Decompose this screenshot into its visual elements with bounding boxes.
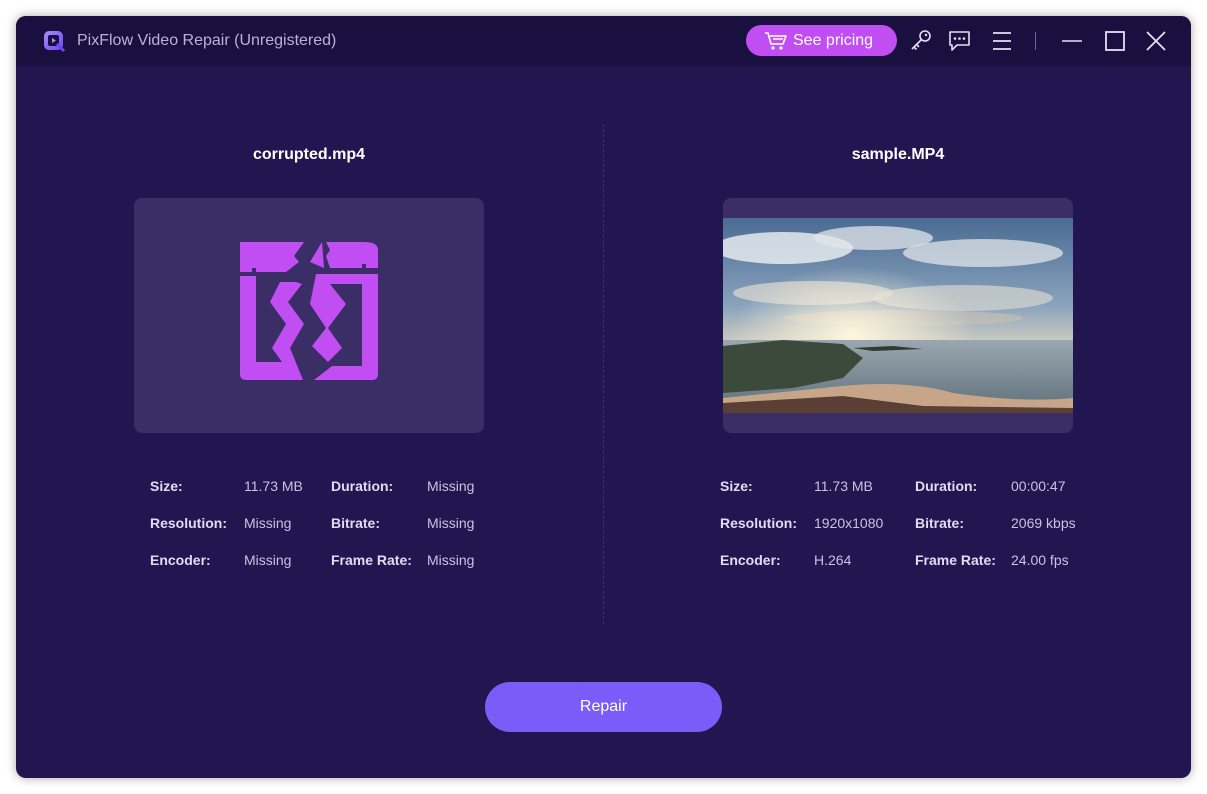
resolution-label: Resolution: <box>150 515 227 531</box>
sample-file-name: sample.MP4 <box>851 146 945 163</box>
size-label: Size: <box>150 478 183 494</box>
resolution-label: Resolution: <box>720 515 797 531</box>
repair-button[interactable]: Repair <box>485 682 722 732</box>
bitrate-label: Bitrate: <box>331 515 381 531</box>
bitrate-label: Bitrate: <box>915 515 965 531</box>
key-icon[interactable] <box>908 28 934 54</box>
encoder-value: Missing <box>244 552 292 568</box>
cart-icon <box>765 31 787 50</box>
duration-value: 00:00:47 <box>1011 478 1066 494</box>
app-logo-icon <box>44 31 66 53</box>
resolution-value: 1920x1080 <box>814 515 884 531</box>
see-pricing-button[interactable]: See pricing <box>746 25 897 56</box>
see-pricing-label: See pricing <box>793 31 874 49</box>
encoder-value: H.264 <box>814 552 852 568</box>
title-bar: PixFlow Video Repair (Unregistered) See … <box>16 16 1191 66</box>
titlebar-separator <box>1035 32 1036 50</box>
bitrate-value: Missing <box>427 515 475 531</box>
close-icon[interactable] <box>1143 28 1169 54</box>
corrupted-file-preview <box>134 198 484 433</box>
bitrate-value: 2069 kbps <box>1011 515 1076 531</box>
sample-file-preview <box>723 198 1073 433</box>
frame-rate-value: 24.00 fps <box>1011 552 1069 568</box>
duration-value: Missing <box>427 478 475 494</box>
menu-icon[interactable] <box>989 28 1015 54</box>
frame-rate-value: Missing <box>427 552 475 568</box>
panel-divider <box>603 124 604 624</box>
frame-rate-label: Frame Rate: <box>331 552 412 568</box>
size-value: 11.73 MB <box>244 478 303 494</box>
minimize-icon[interactable] <box>1059 28 1085 54</box>
frame-rate-label: Frame Rate: <box>915 552 996 568</box>
encoder-label: Encoder: <box>720 552 781 568</box>
duration-label: Duration: <box>331 478 394 494</box>
encoder-label: Encoder: <box>150 552 211 568</box>
duration-label: Duration: <box>915 478 978 494</box>
main-panel: corrupted.mp4 Size: 11.73 MB Duration: M… <box>16 66 1191 778</box>
sample-video-thumbnail <box>723 218 1073 413</box>
maximize-icon[interactable] <box>1102 28 1128 54</box>
resolution-value: Missing <box>244 515 292 531</box>
app-window: PixFlow Video Repair (Unregistered) See … <box>16 16 1191 778</box>
app-title: PixFlow Video Repair (Unregistered) <box>77 32 337 49</box>
broken-video-icon <box>240 242 378 380</box>
size-value: 11.73 MB <box>814 478 873 494</box>
size-label: Size: <box>720 478 753 494</box>
feedback-icon[interactable] <box>947 28 973 54</box>
corrupted-file-name: corrupted.mp4 <box>252 146 365 163</box>
